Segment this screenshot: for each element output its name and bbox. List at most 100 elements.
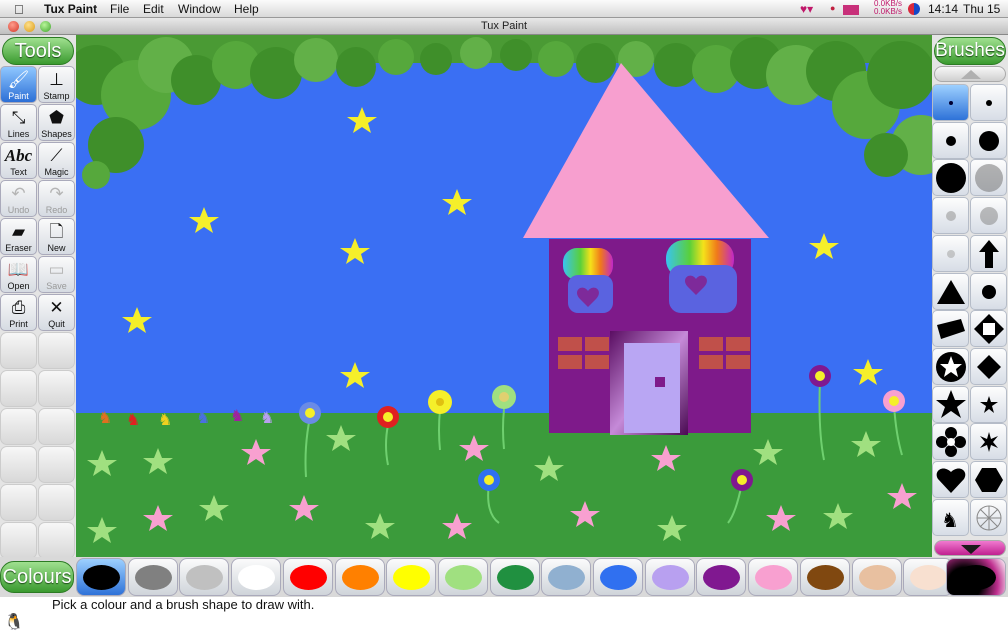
menu-file[interactable]: File [110, 2, 129, 16]
colour-swatch[interactable] [386, 558, 437, 596]
clock-time[interactable]: 14:14 [928, 2, 958, 16]
tools-panel: Tools 🖌 Paint ⊥ Stamp ⤡ Lines ⬟ Shapes Abc Te… [0, 35, 76, 559]
menu-help[interactable]: Help [234, 2, 259, 16]
brushes-scroll-up-button[interactable] [934, 66, 1006, 82]
empty-tool-slot [0, 332, 37, 369]
colour-swatch[interactable] [748, 558, 799, 596]
colour-dot-icon [703, 565, 741, 590]
brush-button[interactable] [932, 234, 969, 272]
tool-paint-button[interactable]: 🖌 Paint [0, 66, 37, 103]
brush-button[interactable] [932, 310, 969, 348]
colour-swatch[interactable] [593, 558, 643, 596]
close-window-icon[interactable] [8, 21, 19, 32]
brush-button[interactable] [932, 84, 969, 121]
colour-swatch[interactable] [282, 558, 333, 596]
tool-magic-button[interactable]: ⟋ Magic [38, 142, 75, 179]
svg-text:♞: ♞ [941, 510, 959, 532]
zoom-window-icon[interactable] [40, 21, 51, 32]
brush-button[interactable] [970, 347, 1007, 385]
open-book-icon: 📖 [7, 260, 30, 279]
brush-button[interactable] [970, 385, 1007, 423]
colour-dot-icon [393, 565, 431, 590]
tool-undo-button[interactable]: ↶ Undo [0, 180, 37, 217]
text-abc-icon: Abc [4, 146, 33, 165]
brush-button[interactable] [970, 121, 1007, 159]
colour-swatch[interactable] [179, 558, 230, 596]
clock-day[interactable]: Thu 15 [963, 2, 1000, 16]
brush-button[interactable] [932, 461, 969, 498]
tool-shapes-button[interactable]: ⬟ Shapes [38, 104, 75, 141]
drawing-canvas[interactable]: ♞ ♞ ♞ ♞ ♞ ♞ [76, 35, 932, 557]
triangle-brush-icon [937, 279, 965, 304]
tool-label: Undo [7, 205, 30, 215]
tool-eraser-button[interactable]: ▰ Eraser [0, 218, 37, 255]
svg-text:♞: ♞ [230, 408, 244, 425]
brush-button[interactable] [932, 159, 969, 197]
minimize-window-icon[interactable] [24, 21, 35, 32]
cat-brush-icon: ♞ [941, 510, 959, 532]
tool-label: Lines [7, 129, 30, 139]
up-arrow-icon [961, 70, 981, 79]
colours-header: Colours [0, 561, 74, 593]
colour-picker-button[interactable] [946, 558, 1006, 596]
colour-dot-icon [238, 565, 276, 590]
tool-new-button[interactable]: 🗋 New [38, 218, 75, 255]
tool-save-button[interactable]: ▭ Save [38, 256, 75, 293]
colour-swatch[interactable] [851, 558, 902, 596]
brushes-header: Brushes [934, 37, 1006, 65]
brush-button[interactable] [932, 197, 969, 235]
brush-button[interactable]: ♞ [932, 498, 969, 536]
brush-button[interactable] [970, 84, 1007, 121]
brush-button[interactable] [932, 121, 969, 159]
colour-swatch[interactable] [334, 558, 385, 596]
menu-edit[interactable]: Edit [143, 2, 164, 16]
apple-logo-icon[interactable]:  [14, 2, 24, 17]
brush-button[interactable] [932, 385, 969, 423]
net-brush-icon [976, 505, 1002, 531]
colour-swatch[interactable] [541, 558, 592, 596]
record-status-icon[interactable]: ● [830, 3, 835, 13]
brush-button[interactable] [970, 310, 1007, 348]
brush-button[interactable] [932, 347, 969, 385]
fuzzy-small-brush-icon [946, 211, 956, 222]
asterisk-brush-icon [980, 432, 998, 453]
brush-button[interactable] [970, 423, 1007, 461]
brush-button[interactable] [970, 272, 1007, 310]
tool-label: Shapes [41, 129, 72, 139]
colour-swatch[interactable] [696, 558, 747, 596]
tool-redo-button[interactable]: ↷ Redo [38, 180, 75, 217]
color-wheel-status-icon[interactable] [908, 3, 920, 15]
tool-text-button[interactable]: Abc Text [0, 142, 37, 179]
status-message: Pick a colour and a brush shape to draw … [52, 597, 315, 612]
brush-button[interactable] [932, 423, 969, 461]
menu-window[interactable]: Window [178, 2, 221, 16]
colour-swatch[interactable] [76, 558, 126, 596]
empty-tool-slot [38, 370, 75, 407]
tool-lines-button[interactable]: ⤡ Lines [0, 104, 37, 141]
down-arrow-icon [961, 545, 981, 554]
tool-stamp-button[interactable]: ⊥ Stamp [38, 66, 75, 103]
colour-dot-icon [600, 565, 637, 590]
brush-button[interactable] [970, 159, 1007, 197]
colour-swatch[interactable] [437, 558, 488, 596]
window-titlebar[interactable]: Tux Paint [0, 18, 1008, 35]
colour-swatch[interactable] [644, 558, 695, 596]
tool-open-button[interactable]: 📖 Open [0, 256, 37, 293]
colour-swatch[interactable] [231, 558, 282, 596]
brushes-scroll-down-button[interactable] [934, 540, 1006, 556]
brush-button[interactable] [970, 461, 1007, 498]
brush-button[interactable] [932, 272, 969, 310]
colour-swatch[interactable] [489, 558, 540, 596]
brush-button[interactable] [970, 498, 1007, 536]
colour-dot-icon [651, 565, 689, 590]
brush-button[interactable] [970, 234, 1007, 272]
tool-quit-button[interactable]: ✕ Quit [38, 294, 75, 331]
heart-status-icon[interactable]: ♥▾ [800, 2, 813, 16]
colour-swatch[interactable] [127, 558, 178, 596]
tool-print-button[interactable]: ⎙ Print [0, 294, 37, 331]
colour-swatch[interactable] [799, 558, 850, 596]
app-menu[interactable]: Tux Paint [44, 2, 97, 16]
brushes-panel: Brushes ♞ [932, 35, 1008, 557]
svg-text:♞: ♞ [260, 410, 274, 427]
brush-button[interactable] [970, 197, 1007, 235]
